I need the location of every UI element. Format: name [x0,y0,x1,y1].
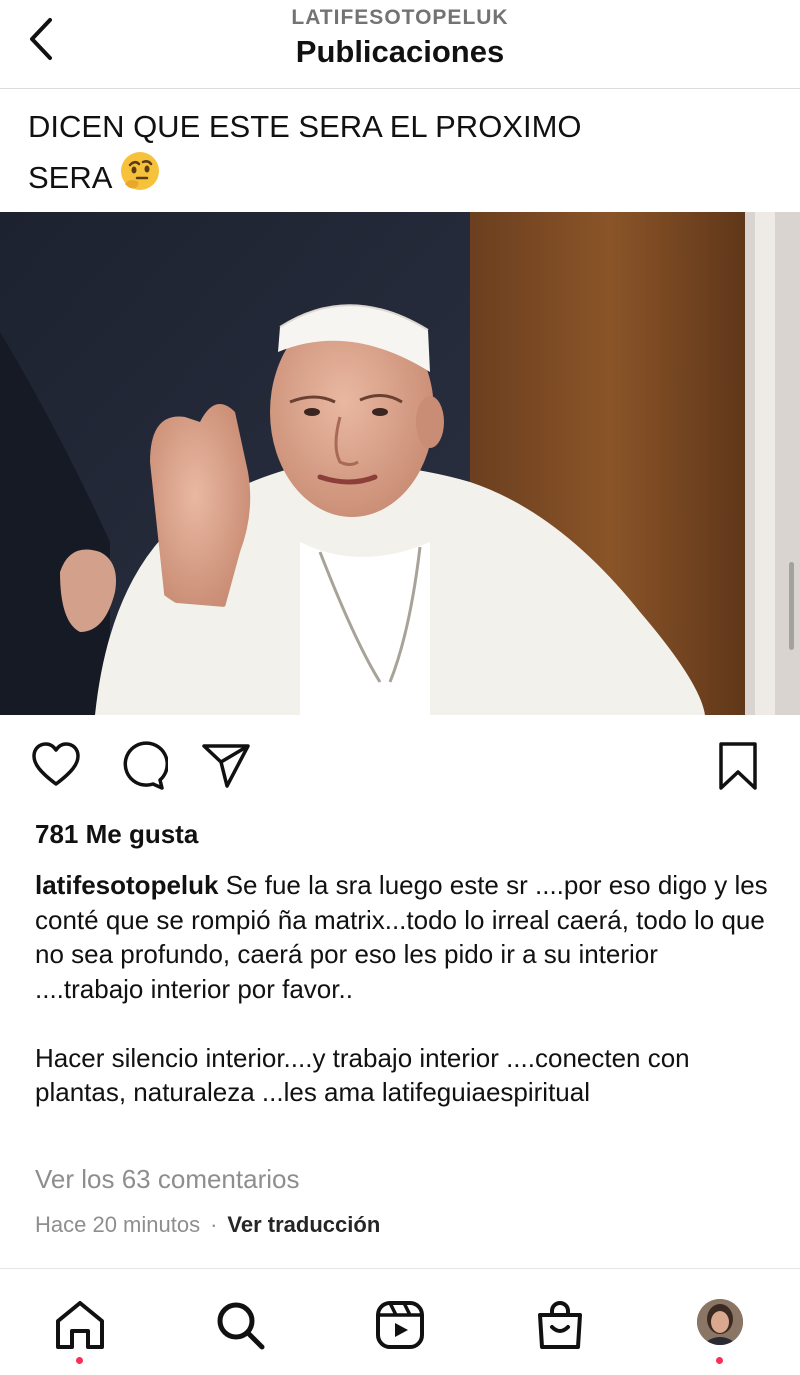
comment-bubble-icon [123,741,170,790]
meta-separator: · [210,1212,218,1237]
top-navigation-bar: LATIFESOTOPELUK Publicaciones [0,0,800,89]
like-button[interactable] [30,740,82,792]
post-timestamp: Hace 20 minutos [35,1212,201,1237]
save-button[interactable] [712,740,764,792]
home-icon [56,1301,104,1349]
comment-button[interactable] [116,740,170,792]
reels-icon [376,1301,424,1349]
share-button[interactable] [200,740,252,792]
post-action-bar [0,740,800,794]
page-title: Publicaciones [295,34,505,69]
post-image-caption-text: DICEN QUE ESTE SERA EL PROXIMO SERA [28,104,768,205]
home-notification-dot [76,1357,83,1364]
header-username[interactable]: LATIFESOTOPELUK [0,6,800,30]
bookmark-icon [719,742,757,790]
view-comments-link[interactable]: Ver los 63 comentarios [35,1164,299,1195]
shopping-bag-icon [538,1301,582,1349]
caption-text-2: Hacer silencio interior....y trabajo int… [35,1042,690,1108]
translate-link[interactable]: Ver traducción [227,1212,380,1237]
profile-avatar [697,1299,743,1345]
post-meta: Hace 20 minutos · Ver traducción [35,1212,380,1238]
likes-count[interactable]: 781 Me gusta [35,819,198,850]
profile-notification-dot [716,1357,723,1364]
tab-home[interactable] [52,1297,108,1353]
post-photo[interactable] [0,212,800,715]
caption-paragraph-1: latifesotopeluk Se fue la sra luego este… [35,868,770,1006]
heart-icon [32,742,80,786]
scroll-indicator [789,562,794,650]
bottom-tab-bar [0,1268,800,1375]
tab-search[interactable] [212,1297,268,1353]
image-text-line-1: DICEN QUE ESTE SERA EL PROXIMO [28,109,582,144]
tab-reels[interactable] [372,1297,428,1353]
thinking-face-emoji-icon [119,150,161,205]
tab-shop[interactable] [532,1297,588,1353]
paper-plane-icon [202,744,250,788]
image-text-line-2: SERA [28,160,111,195]
search-icon [217,1302,265,1350]
caption-author[interactable]: latifesotopeluk [35,870,218,900]
tab-profile-avatar[interactable] [697,1299,743,1345]
post-caption: latifesotopeluk Se fue la sra luego este… [35,868,770,1110]
post-photo-illustration [0,212,800,715]
